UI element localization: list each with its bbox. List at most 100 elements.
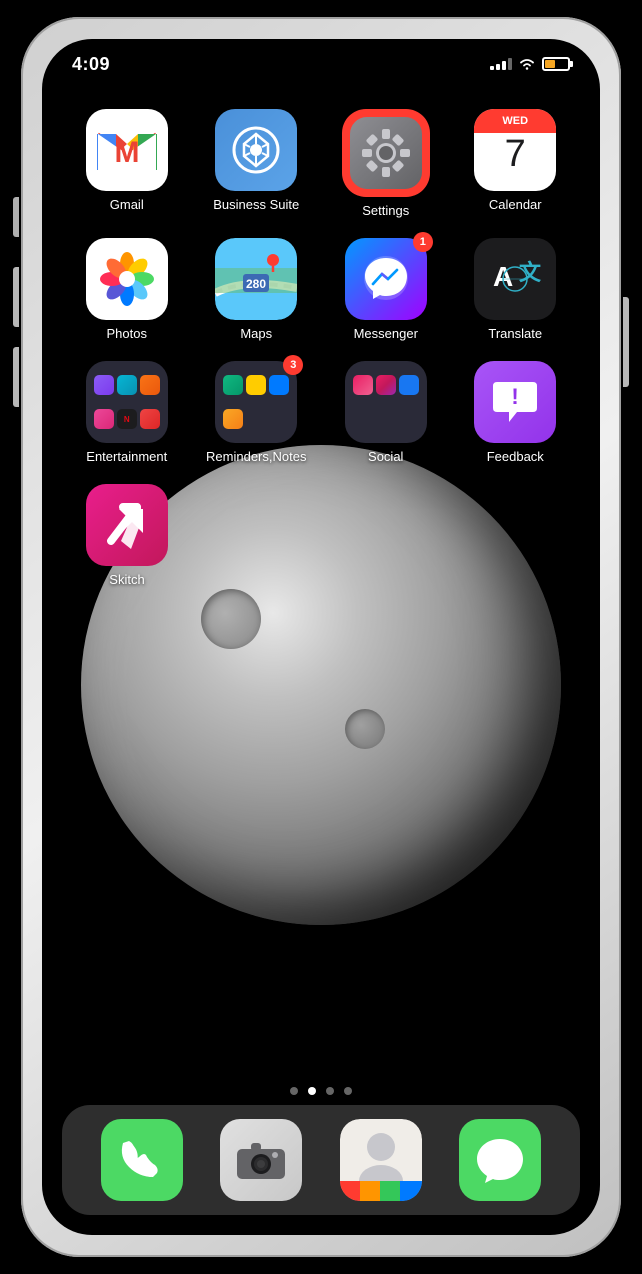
app-entertainment-folder[interactable]: N Entertainment [72, 361, 182, 464]
app-business-suite[interactable]: Business Suite [201, 109, 311, 218]
svg-text:280: 280 [246, 277, 266, 291]
skitch-arrow-icon [99, 497, 155, 553]
app-row-2: Photos 280 [62, 238, 580, 341]
app-feedback[interactable]: ! Feedback [460, 361, 570, 464]
messenger-logo [359, 252, 413, 306]
social-app-2 [376, 375, 396, 395]
app-skitch[interactable]: Skitch [72, 484, 182, 587]
page-dots [42, 1087, 600, 1095]
reminders-label: Reminders,Notes [206, 449, 306, 464]
skitch-icon [86, 484, 168, 566]
dock-camera-icon [220, 1119, 302, 1201]
settings-ring [342, 109, 430, 197]
dock-messages[interactable] [459, 1119, 541, 1201]
messages-icon [473, 1133, 527, 1187]
calendar-icon: WED 7 [474, 109, 556, 191]
app-photos[interactable]: Photos [72, 238, 182, 341]
notch [241, 39, 401, 71]
calendar-date: 7 [505, 135, 526, 173]
feedback-icon: ! [474, 361, 556, 443]
dock-phone-icon [101, 1119, 183, 1201]
phone-screen: 4:09 [42, 39, 600, 1235]
translate-logo: A 文 [485, 254, 545, 304]
app-reminders-folder[interactable]: 3 Reminders,Notes [201, 361, 311, 464]
folder-app-2 [117, 375, 137, 395]
folder-app-4 [94, 409, 114, 429]
svg-text:M: M [114, 136, 139, 169]
calendar-day-header: WED [474, 109, 556, 133]
reminders-app-4 [223, 409, 243, 429]
app-gmail[interactable]: M Gmail [72, 109, 182, 218]
contacts-icon [340, 1119, 422, 1201]
social-folder-icon [345, 361, 427, 443]
dock-camera[interactable] [220, 1119, 302, 1201]
reminders-app-2 [246, 375, 266, 395]
app-settings[interactable]: Settings [331, 109, 441, 218]
svg-text:文: 文 [519, 260, 542, 285]
messenger-icon: 1 [345, 238, 427, 320]
app-maps[interactable]: 280 Maps [201, 238, 311, 341]
messenger-label: Messenger [354, 326, 418, 341]
reminders-app-1 [223, 375, 243, 395]
social-label: Social [368, 449, 403, 464]
dock-messages-icon [459, 1119, 541, 1201]
wifi-icon [518, 57, 536, 71]
folder-app-3 [140, 375, 160, 395]
app-translate[interactable]: A 文 Translate [460, 238, 570, 341]
social-app-3 [399, 375, 419, 395]
reminders-app-5 [246, 409, 266, 429]
status-icons [490, 57, 570, 71]
status-time: 4:09 [72, 54, 110, 75]
social-app-1 [353, 375, 373, 395]
skitch-label: Skitch [109, 572, 144, 587]
dock-phone[interactable] [101, 1119, 183, 1201]
battery-fill [545, 60, 555, 68]
translate-icon: A 文 [474, 238, 556, 320]
business-suite-icon [215, 109, 297, 191]
app-row-4: Skitch [62, 484, 580, 587]
business-suite-logo [230, 124, 282, 176]
signal-bar-4 [508, 58, 512, 70]
reminders-app-6 [269, 409, 289, 429]
volume-up-button[interactable] [13, 267, 19, 327]
app-row-1: M Gmail [62, 109, 580, 218]
gmail-icon: M [86, 109, 168, 191]
dot-1 [290, 1087, 298, 1095]
battery-icon [542, 57, 570, 71]
social-app-6 [399, 409, 419, 429]
app-calendar[interactable]: WED 7 Calendar [460, 109, 570, 218]
settings-label: Settings [362, 203, 409, 218]
app-messenger[interactable]: 1 Messenger [331, 238, 441, 341]
settings-gear-icon [358, 125, 414, 181]
photos-icon [86, 238, 168, 320]
maps-icon: 280 [215, 238, 297, 320]
gmail-logo: M [96, 126, 158, 174]
feedback-logo: ! [489, 376, 541, 428]
folder-app-5: N [117, 409, 137, 429]
folder-app-1 [94, 375, 114, 395]
translate-label: Translate [488, 326, 542, 341]
social-app-4 [353, 409, 373, 429]
maps-logo: 280 [215, 238, 297, 320]
svg-text:!: ! [512, 384, 519, 409]
dock [62, 1105, 580, 1215]
photos-label: Photos [107, 326, 147, 341]
camera-icon [235, 1139, 287, 1181]
folder-app-6 [140, 409, 160, 429]
dock-contacts-icon [340, 1119, 422, 1201]
signal-bar-2 [496, 64, 500, 70]
power-button[interactable] [623, 297, 629, 387]
dock-contacts[interactable] [340, 1119, 422, 1201]
entertainment-label: Entertainment [86, 449, 167, 464]
gmail-label: Gmail [110, 197, 144, 212]
volume-down-button[interactable] [13, 347, 19, 407]
apps-container: M Gmail [42, 99, 600, 617]
signal-bar-3 [502, 61, 506, 70]
app-social-folder[interactable]: Social [331, 361, 441, 464]
messenger-badge: 1 [413, 232, 433, 252]
entertainment-folder-icon: N [86, 361, 168, 443]
dot-2 [308, 1087, 316, 1095]
dot-3 [326, 1087, 334, 1095]
dot-4 [344, 1087, 352, 1095]
maps-label: Maps [240, 326, 272, 341]
